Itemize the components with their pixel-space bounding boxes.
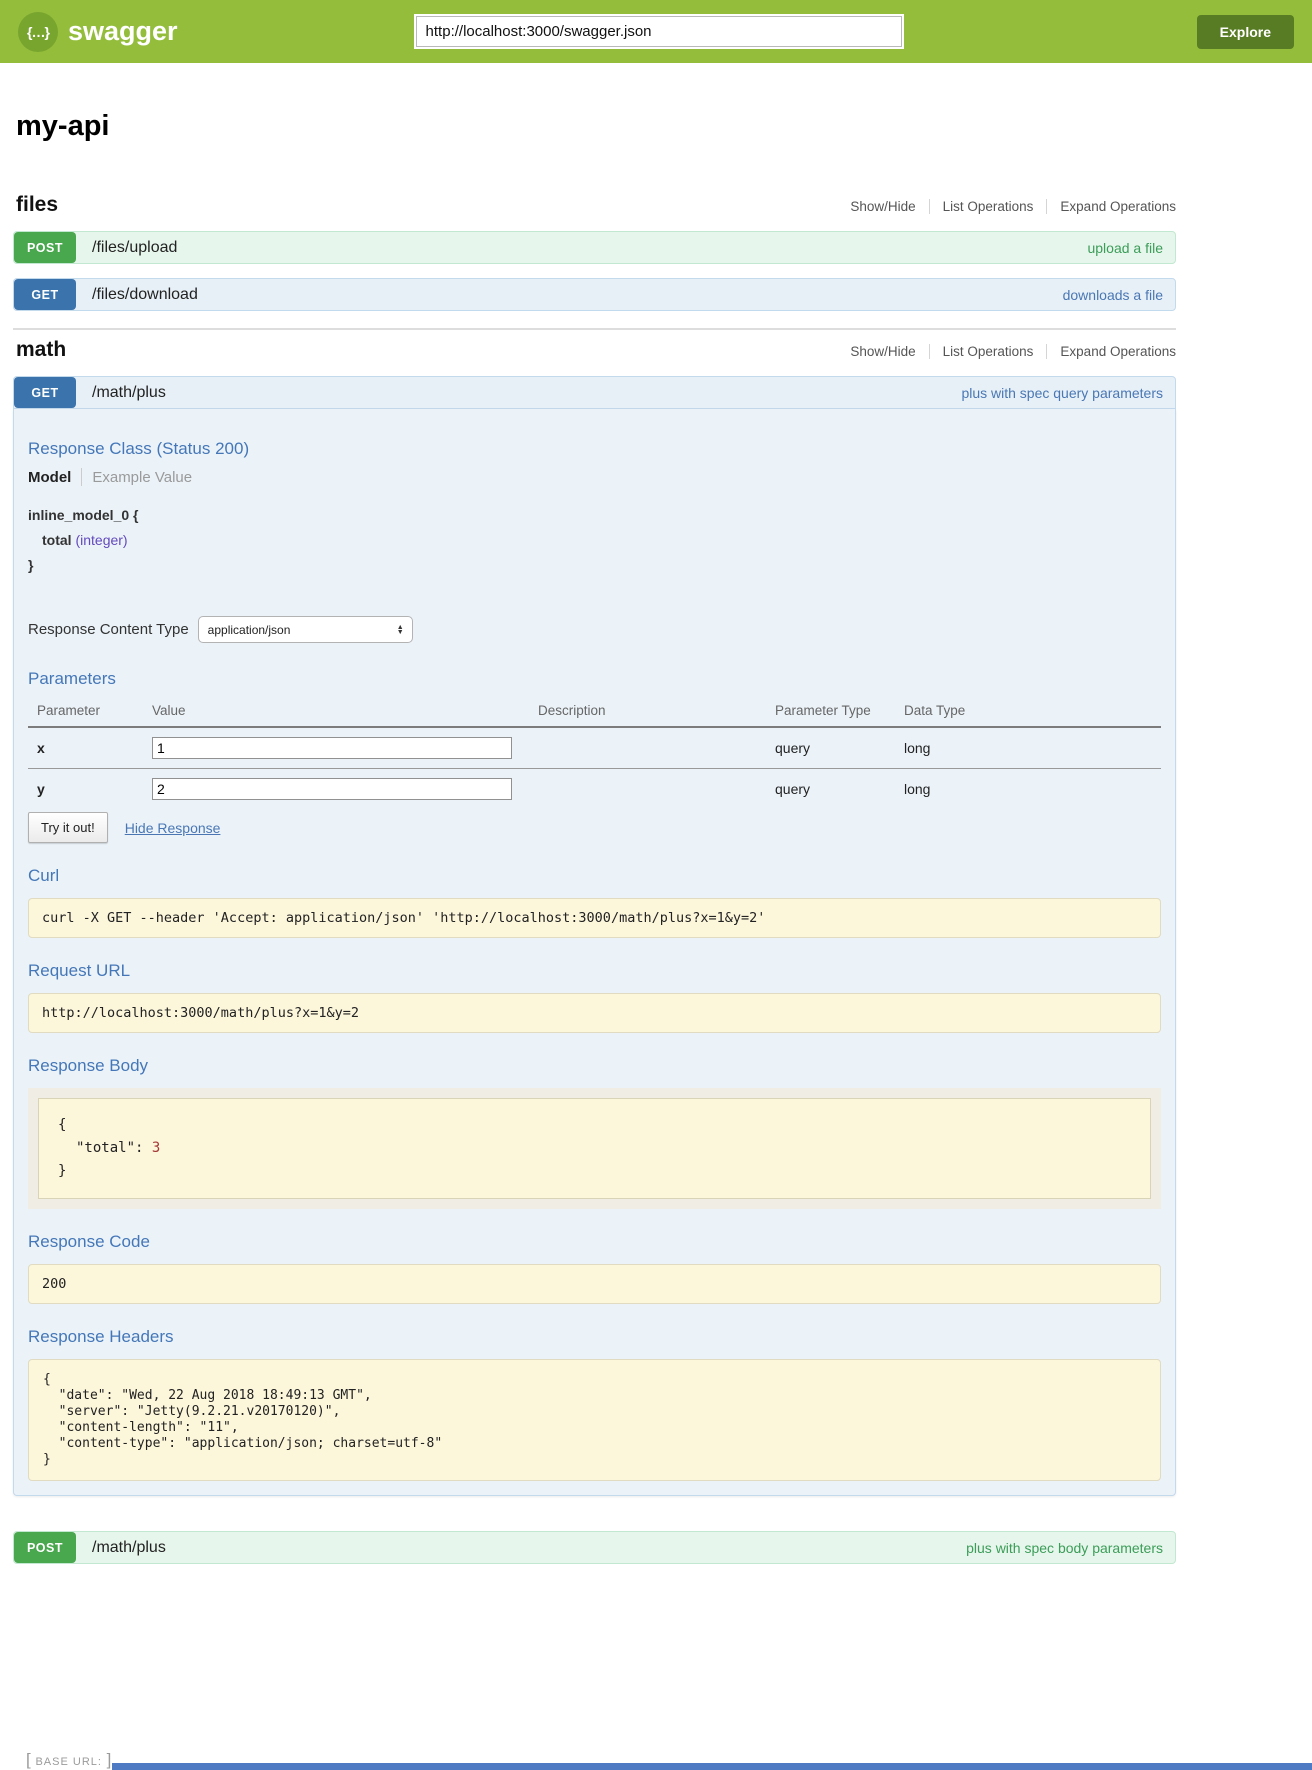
try-it-out-button[interactable]: Try it out!: [28, 812, 108, 843]
response-content-type-select-control[interactable]: application/json: [198, 616, 413, 643]
column-value: Value: [152, 699, 538, 727]
column-parameter-type: Parameter Type: [775, 699, 904, 727]
param-description: [538, 727, 775, 769]
param-description: [538, 769, 775, 810]
model-signature: inline_model_0 { total (integer) }: [28, 503, 1161, 578]
bottom-partial-bar: [112, 1763, 1312, 1770]
open-bracket: [: [26, 1750, 31, 1769]
request-url-value: http://localhost:3000/math/plus?x=1&y=2: [28, 993, 1161, 1033]
base-url-label: BASE URL:: [35, 1756, 101, 1768]
param-data-type: long: [904, 727, 1161, 769]
operation-summary[interactable]: plus with spec query parameters: [961, 385, 1163, 401]
response-code-heading: Response Code: [28, 1232, 1161, 1252]
method-badge-post: POST: [14, 1532, 76, 1563]
param-name: x: [28, 727, 152, 769]
curly-braces-icon: {…}: [18, 12, 58, 52]
column-description: Description: [538, 699, 775, 727]
curl-command: curl -X GET --header 'Accept: applicatio…: [28, 898, 1161, 938]
parameters-table: Parameter Value Description Parameter Ty…: [28, 699, 1161, 809]
param-data-type: long: [904, 769, 1161, 810]
param-type: query: [775, 727, 904, 769]
operation-summary[interactable]: plus with spec body parameters: [966, 1540, 1163, 1556]
actions-row: Try it out! Hide Response: [28, 812, 1161, 843]
model-close: }: [28, 553, 1161, 578]
operation-summary[interactable]: upload a file: [1087, 240, 1163, 256]
response-content-type-select[interactable]: application/json ▲▼: [198, 616, 413, 643]
header-bar: {…} swagger Explore: [0, 0, 1312, 63]
section-title-math: math: [16, 338, 66, 362]
operation-summary[interactable]: downloads a file: [1063, 287, 1163, 303]
response-headers-value: { "date": "Wed, 22 Aug 2018 18:49:13 GMT…: [28, 1359, 1161, 1481]
json-open-brace: {: [58, 1114, 1131, 1137]
method-badge-get: GET: [14, 279, 76, 310]
expand-operations-link[interactable]: Expand Operations: [1046, 199, 1176, 214]
operation-path[interactable]: /math/plus: [92, 1539, 166, 1557]
request-url-heading: Request URL: [28, 961, 1161, 981]
param-type: query: [775, 769, 904, 810]
swagger-logo[interactable]: {…} swagger: [18, 12, 178, 52]
section-title-files: files: [16, 193, 58, 217]
operation-row-get-math-plus[interactable]: GET /math/plus plus with spec query para…: [13, 376, 1176, 409]
param-name: y: [28, 769, 152, 810]
response-headers-heading: Response Headers: [28, 1327, 1161, 1347]
logo-text: swagger: [68, 16, 178, 47]
column-parameter: Parameter: [28, 699, 152, 727]
model-property-name: total: [42, 532, 72, 548]
parameters-header-row: Parameter Value Description Parameter Ty…: [28, 699, 1161, 727]
content-wrap: my-api files Show/Hide List Operations E…: [13, 110, 1176, 1770]
hide-response-link[interactable]: Hide Response: [125, 820, 221, 836]
section-links-files: Show/Hide List Operations Expand Operati…: [837, 199, 1176, 214]
method-badge-post: POST: [14, 232, 76, 263]
operation-row-get-files-download[interactable]: GET /files/download downloads a file: [13, 278, 1176, 311]
response-code-value: 200: [28, 1264, 1161, 1304]
section-header-files: files Show/Hide List Operations Expand O…: [13, 193, 1176, 217]
operation-path[interactable]: /math/plus: [92, 384, 166, 402]
response-content-type-label: Response Content Type: [28, 621, 189, 638]
model-property-type: (integer): [75, 532, 127, 548]
section-header-math: math Show/Hide List Operations Expand Op…: [13, 338, 1176, 362]
method-badge-get: GET: [14, 377, 76, 408]
expand-operations-link[interactable]: Expand Operations: [1046, 344, 1176, 359]
param-value-input-y[interactable]: [152, 778, 512, 800]
json-value: 3: [152, 1140, 160, 1156]
spec-url-input[interactable]: [416, 16, 902, 47]
section-links-math: Show/Hide List Operations Expand Operati…: [837, 344, 1176, 359]
operation-content: Response Class (Status 200) Model Exampl…: [13, 409, 1176, 1496]
response-content-type-row: Response Content Type application/json ▲…: [28, 616, 1161, 643]
explore-button[interactable]: Explore: [1197, 15, 1294, 49]
column-data-type: Data Type: [904, 699, 1161, 727]
response-body-container: { "total": 3 }: [28, 1088, 1161, 1209]
page-title: my-api: [16, 110, 1176, 143]
operation-row-post-math-plus[interactable]: POST /math/plus plus with spec body para…: [13, 1531, 1176, 1564]
parameters-heading: Parameters: [28, 669, 1161, 689]
table-row-param-x: x query long: [28, 727, 1161, 769]
model-tabs: Model Example Value: [28, 468, 1161, 486]
list-operations-link[interactable]: List Operations: [929, 199, 1047, 214]
show-hide-link[interactable]: Show/Hide: [837, 344, 928, 359]
tab-example-value[interactable]: Example Value: [82, 469, 192, 486]
curl-heading: Curl: [28, 866, 1161, 886]
operation-path[interactable]: /files/download: [92, 286, 198, 304]
param-value-input-x[interactable]: [152, 737, 512, 759]
operation-row-post-files-upload[interactable]: POST /files/upload upload a file: [13, 231, 1176, 264]
json-key: "total":: [76, 1140, 143, 1156]
operation-path[interactable]: /files/upload: [92, 239, 177, 257]
close-bracket: ]: [107, 1750, 112, 1769]
response-class-heading: Response Class (Status 200): [28, 439, 1161, 459]
table-row-param-y: y query long: [28, 769, 1161, 810]
tab-model[interactable]: Model: [28, 469, 81, 486]
response-body-heading: Response Body: [28, 1056, 1161, 1076]
section-divider: [13, 328, 1176, 330]
operation-expanded-get-math-plus: GET /math/plus plus with spec query para…: [13, 376, 1176, 1496]
show-hide-link[interactable]: Show/Hide: [837, 199, 928, 214]
json-close-brace: }: [58, 1160, 1131, 1183]
response-body-json: { "total": 3 }: [38, 1098, 1151, 1199]
model-open: inline_model_0 {: [28, 503, 1161, 528]
list-operations-link[interactable]: List Operations: [929, 344, 1047, 359]
